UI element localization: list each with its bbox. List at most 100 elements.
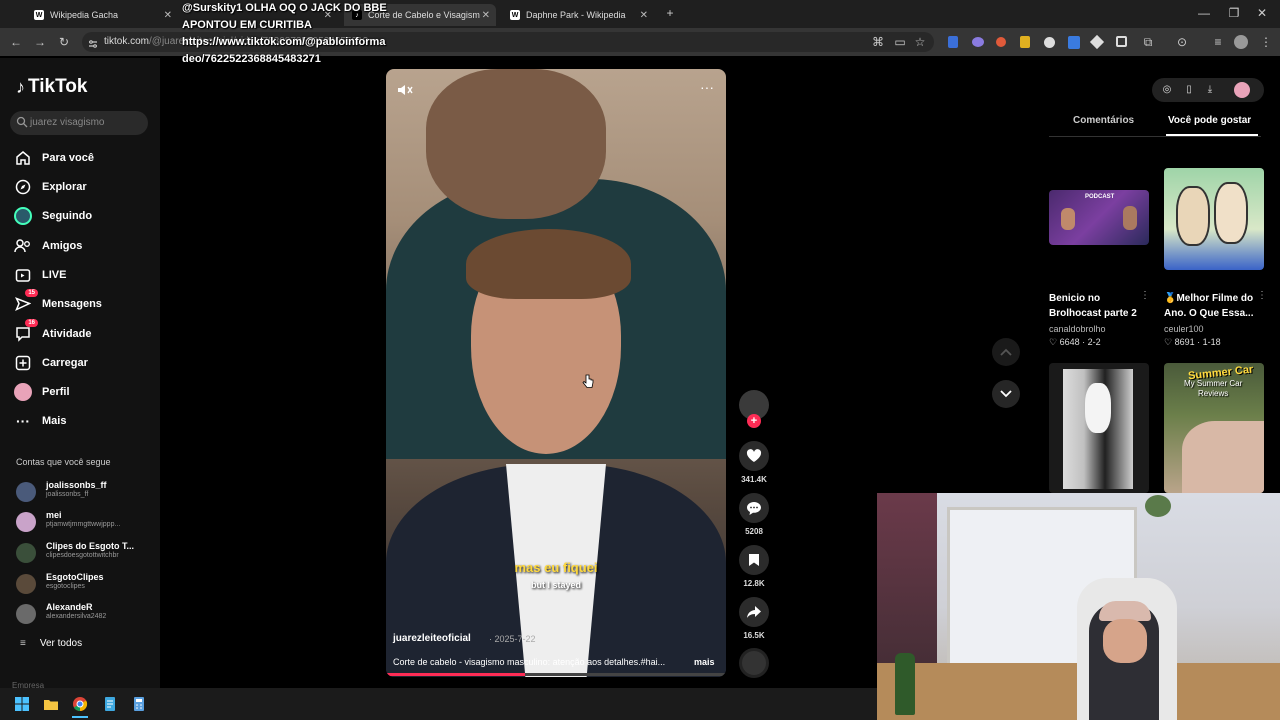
extension-cloud-icon[interactable] [972,37,984,47]
translate-icon[interactable]: ⌘ [870,34,886,50]
video-progress-bar[interactable] [386,673,726,676]
minimize-icon[interactable]: — [1196,5,1212,21]
webcam-face [1103,619,1147,663]
previous-video-button[interactable] [992,338,1020,366]
music-disc-avatar[interactable] [739,648,769,678]
new-tab-icon[interactable]: + [662,5,678,21]
compass-small-icon[interactable]: ◎ [1161,84,1173,96]
nav-mais[interactable]: ··· Mais [14,410,66,432]
bookmark-star-icon[interactable]: ☆ [912,34,928,50]
browser-menu-icon[interactable]: ⋮ [1258,34,1274,50]
thumbnail-hand [1182,421,1264,493]
close-icon[interactable]: ✕ [640,10,648,21]
active-app-indicator [72,716,88,718]
chevron-down-icon [1000,390,1012,398]
nav-carregar[interactable]: Carregar [14,352,88,374]
card-username[interactable]: canaldobrolho [1049,324,1106,334]
file-explorer-icon[interactable] [43,696,59,712]
extension-shield-icon[interactable] [948,36,958,48]
overlay-line: APONTOU EM CURITIBA [182,19,312,31]
description-more-link[interactable]: mais [694,657,715,667]
nav-seguindo[interactable]: Seguindo [14,205,92,227]
extension-square-icon[interactable] [1116,36,1127,47]
site-settings-icon[interactable] [88,36,98,48]
extensions-puzzle-icon[interactable]: ⧉ [1140,34,1156,50]
download-icon[interactable]: ⤓ [1204,84,1216,96]
close-icon[interactable]: ✕ [164,10,172,21]
thumbnail-subtitle: My Summer Car [1184,379,1243,388]
account-handle: alexandersilva2482 [46,613,107,620]
video-thumbnail[interactable] [1049,363,1149,493]
comment-button[interactable]: 5208 [738,493,770,536]
user-avatar[interactable] [1234,82,1250,98]
nav-perfil[interactable]: Perfil [14,381,70,403]
like-button[interactable]: 341.4K [738,441,770,484]
video-more-options-icon[interactable]: ··· [700,79,714,95]
browser-profile-avatar[interactable] [1234,35,1248,49]
video-thumbnail[interactable] [1164,168,1264,270]
card-title[interactable]: Benicio no Brolhocast parte 2 [1049,291,1149,321]
extension-plus-icon[interactable] [1044,37,1055,48]
activity-count-badge: 16 [25,319,38,327]
profile-sync-icon[interactable]: ⊙ [1174,34,1190,50]
cast-icon[interactable]: ▭ [892,34,908,50]
next-video-button[interactable] [992,380,1020,408]
volume-muted-icon[interactable] [396,81,414,99]
card-stats: ♡ 6648 · 2-2 [1049,337,1101,347]
video-player[interactable]: ··· mas eu fiquei but I stayed juarezlei… [386,69,726,677]
reload-icon[interactable]: ↻ [56,34,72,50]
nav-amigos[interactable]: Amigos [14,235,82,257]
video-thumbnail[interactable]: PODCAST [1049,190,1149,245]
account-name: mei [46,510,62,520]
thumbnail-person [1061,208,1075,230]
more-dots-icon: ··· [16,413,30,429]
media-control-icon[interactable]: ≡ [1210,34,1226,50]
card-more-icon[interactable]: ⋮ [1140,290,1150,301]
tab-daphne-park[interactable]: W Daphne Park - Wikipedia ✕ [502,4,654,26]
window-close-icon[interactable]: ✕ [1254,5,1270,21]
nav-mensagens[interactable]: 15 Mensagens [14,289,102,315]
card-more-icon[interactable]: ⋮ [1257,290,1267,301]
chrome-icon[interactable] [72,696,88,712]
maximize-icon[interactable]: ❐ [1226,5,1242,21]
back-icon[interactable]: ← [8,34,24,50]
phone-icon[interactable]: ▯ [1183,84,1195,96]
share-button[interactable]: 16.5K [738,597,770,640]
account-name: EsgotoClipes [46,572,104,582]
extension-fox-icon[interactable] [996,37,1006,47]
notes-app-icon[interactable] [102,696,118,712]
nav-explorar[interactable]: Explorar [14,176,87,198]
follow-plus-icon[interactable]: + [747,414,761,428]
nav-atividade[interactable]: 16 Atividade [14,319,92,345]
close-icon[interactable]: ✕ [482,10,490,21]
nav-para-voce[interactable]: Para você [14,147,94,169]
nav-live[interactable]: LIVE [14,264,66,286]
hand-cursor-icon [582,374,594,394]
card-title[interactable]: 🥇Melhor Filme do Ano. O Que Essa... [1164,291,1264,321]
webcam-overlay [877,493,1280,720]
avatar [16,482,36,502]
see-all-button[interactable]: ≡ Ver todos [20,638,82,649]
search-input[interactable]: juarez visagismo [10,111,148,135]
save-button[interactable]: 12.8K [738,545,770,588]
search-placeholder: juarez visagismo [30,117,105,128]
live-icon [14,266,32,284]
video-thumbnail[interactable]: Summer Car My Summer Car Reviews [1164,363,1264,493]
overlay-line: deo/7622522368845483271 [182,53,321,65]
tab-voce-pode-gostar[interactable]: Você pode gostar [1168,115,1251,126]
extension-key-icon[interactable] [1020,36,1030,48]
windows-start-icon[interactable] [14,696,30,712]
extension-badge-icon[interactable] [1068,36,1080,49]
see-all-label: Ver todos [39,638,83,649]
nav-label: Carregar [42,357,88,369]
calculator-icon[interactable] [131,696,147,712]
video-author[interactable]: juarezleiteoficial [393,633,471,644]
tiktok-logo[interactable]: ♪ TikTok [16,76,87,98]
friends-icon [14,237,32,255]
forward-icon[interactable]: → [32,34,48,50]
card-username[interactable]: ceuler100 [1164,324,1204,334]
tab-comentarios[interactable]: Comentários [1073,115,1134,126]
tab-label: Daphne Park - Wikipedia [526,10,626,20]
overlay-line: @Surskity1 OLHA OQ O JACK DO BBE [182,2,387,14]
tab-wikipedia-gacha[interactable]: W Wikipedia Gacha ✕ [26,4,178,26]
